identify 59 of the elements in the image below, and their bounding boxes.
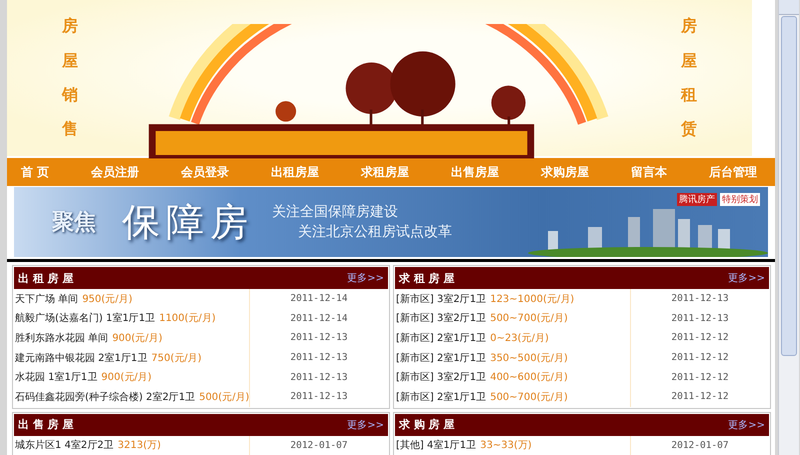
listing-date: 2011-12-13: [670, 293, 730, 304]
listing-price: 350~500(元/月): [490, 352, 568, 365]
listing-link[interactable]: 水花园 1室1厅1卫: [15, 370, 98, 384]
listing-price: 3213(万): [118, 439, 161, 452]
panel-title: 求 购 房 屋: [399, 417, 454, 432]
listing-date: 2012-01-07: [670, 440, 730, 451]
listing-price: 0~23(元/月): [490, 332, 549, 345]
listing-date: 2011-12-13: [670, 312, 730, 324]
listing-link[interactable]: [新市区] 3室2厅1卫: [396, 292, 486, 306]
more-link[interactable]: 更多>>: [347, 418, 384, 432]
listing-date: 2011-12-13: [289, 391, 349, 402]
listing-date: 2012-01-07: [289, 440, 349, 451]
listing-price: 900(元/月): [112, 332, 162, 345]
header-caption: 房屋租赁: [681, 15, 697, 140]
listing-price: 750(元/月): [151, 352, 202, 365]
listing-date: 2011-12-13: [289, 352, 349, 364]
listing-link[interactable]: [其他] 4室1厅1卫: [396, 438, 476, 452]
listing-link[interactable]: 胜利东路水花园 单间: [15, 330, 108, 345]
banner-tag: 特别策划: [720, 193, 760, 206]
banner-title: 保障房: [122, 198, 254, 246]
listing-date: 2011-12-12: [670, 372, 730, 383]
panel-title: 出 售 房 屋: [18, 417, 74, 432]
listing-link[interactable]: [新市区] 3室2厅1卫: [396, 370, 486, 384]
listing-link[interactable]: [新市区] 3室2厅1卫: [396, 311, 486, 326]
listing-price: 1100(元/月): [159, 312, 216, 326]
listing-link[interactable]: 航毅广场(达嘉名门) 1室1厅1卫: [15, 311, 156, 326]
listing-link[interactable]: 石码佳鑫花园旁(种子综合楼) 2室2厅1卫: [15, 390, 196, 404]
listing-date: 2011-12-14: [289, 293, 349, 304]
listing-date: 2011-12-12: [670, 352, 730, 364]
listing-link[interactable]: 建元南路中银花园 2室1厅1卫: [15, 350, 148, 365]
banner-text: 关注全国保障房建设: [272, 203, 399, 221]
listing-price: 400~600(元/月): [490, 371, 568, 384]
listing-link[interactable]: 城东片区1 4室2厅2卫: [15, 438, 114, 452]
banner-tag: 腾讯房产: [677, 193, 717, 206]
more-link[interactable]: 更多>>: [728, 271, 765, 285]
listing-price: 900(元/月): [101, 371, 152, 384]
listing-link[interactable]: [新市区] 2室1厅1卫: [396, 330, 486, 345]
listing-link[interactable]: 天下广场 单间: [15, 292, 78, 306]
listing-date: 2011-12-12: [670, 332, 730, 344]
banner-text: 关注北京公租房试点改革: [298, 223, 452, 241]
panel-title: 求 租 房 屋: [399, 270, 454, 286]
banner-text: 聚焦: [52, 209, 96, 237]
listing-price: 33~33(万): [480, 439, 532, 452]
listing-link[interactable]: [新市区] 2室1厅1卫: [396, 350, 486, 365]
listing-link[interactable]: [新市区] 2室1厅1卫: [396, 390, 486, 404]
listing-price: 500~700(元/月): [490, 390, 568, 404]
listing-date: 2011-12-13: [289, 372, 349, 383]
listing-price: 123~1000(元/月): [490, 292, 574, 306]
more-link[interactable]: 更多>>: [347, 271, 384, 285]
more-link[interactable]: 更多>>: [728, 418, 765, 432]
listing-date: 2011-12-13: [289, 332, 349, 344]
header-caption: 房屋销售: [62, 15, 78, 140]
panel-title: 出 租 房 屋: [18, 270, 74, 286]
listing-price: 500~700(元/月): [490, 312, 568, 326]
scrollbar[interactable]: [778, 0, 799, 455]
listing-date: 2011-12-12: [670, 391, 730, 402]
listing-price: 500(元/月): [199, 390, 250, 404]
listing-price: 950(元/月): [82, 292, 132, 306]
listing-date: 2011-12-14: [289, 312, 349, 324]
